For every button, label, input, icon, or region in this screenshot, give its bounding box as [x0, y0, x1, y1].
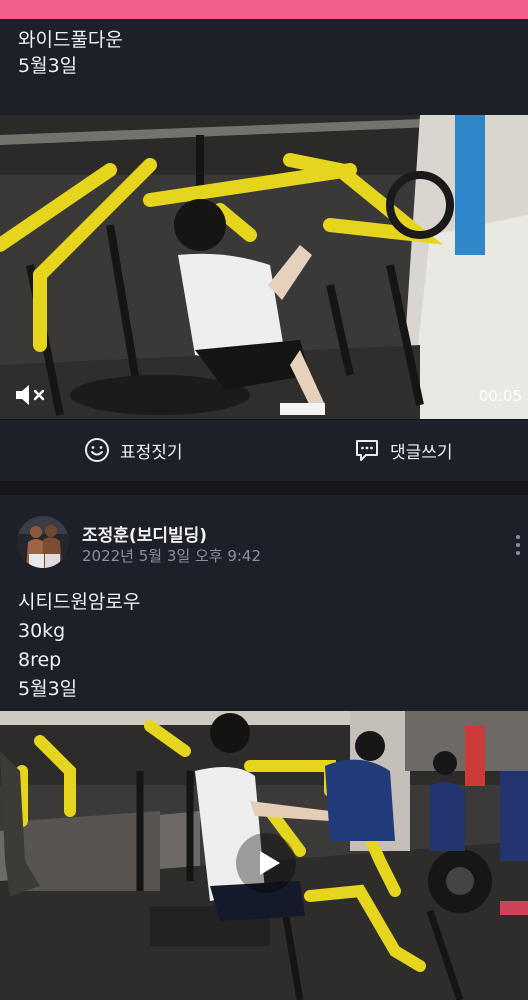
more-icon[interactable]	[512, 533, 524, 557]
avatar-image	[17, 516, 69, 568]
post-line: 시티드원암로우	[18, 591, 141, 613]
top-accent-bar	[0, 0, 528, 19]
post-body: 시티드원암로우 30kg 8rep 5월3일	[18, 588, 140, 704]
post-action-bar: 표정짓기 댓글쓰기	[0, 419, 528, 481]
avatar[interactable]	[17, 516, 69, 568]
post-body: 와이드풀다운 5월3일	[18, 27, 123, 79]
post-timestamp: 2022년 5월 3일 오후 9:42	[82, 547, 262, 565]
play-icon	[260, 851, 280, 875]
comment-button[interactable]: 댓글쓰기	[354, 436, 453, 464]
post-line: 와이드풀다운	[18, 29, 123, 51]
emote-label: 표정짓기	[120, 442, 183, 463]
mute-icon[interactable]	[14, 383, 50, 407]
comment-icon	[356, 440, 378, 461]
video-player[interactable]: 00:05	[0, 115, 528, 419]
post-line: 5월3일	[18, 55, 78, 77]
video-duration: 00:05	[478, 387, 522, 405]
emote-button[interactable]: 표정짓기	[84, 436, 183, 464]
smile-icon	[85, 438, 109, 462]
post-card-1: 와이드풀다운 5월3일 00:05 표정짓기 댓글쓰기	[0, 19, 528, 481]
video-player[interactable]	[0, 711, 528, 1000]
video-frame-image	[0, 115, 528, 419]
author-name[interactable]: 조정훈(보디빌딩)	[82, 521, 207, 546]
comment-label: 댓글쓰기	[390, 442, 453, 463]
post-line: 30kg	[18, 620, 66, 642]
post-line: 8rep	[18, 649, 62, 671]
play-button[interactable]	[236, 833, 296, 893]
feed-divider	[0, 481, 528, 495]
post-line: 5월3일	[18, 678, 78, 700]
